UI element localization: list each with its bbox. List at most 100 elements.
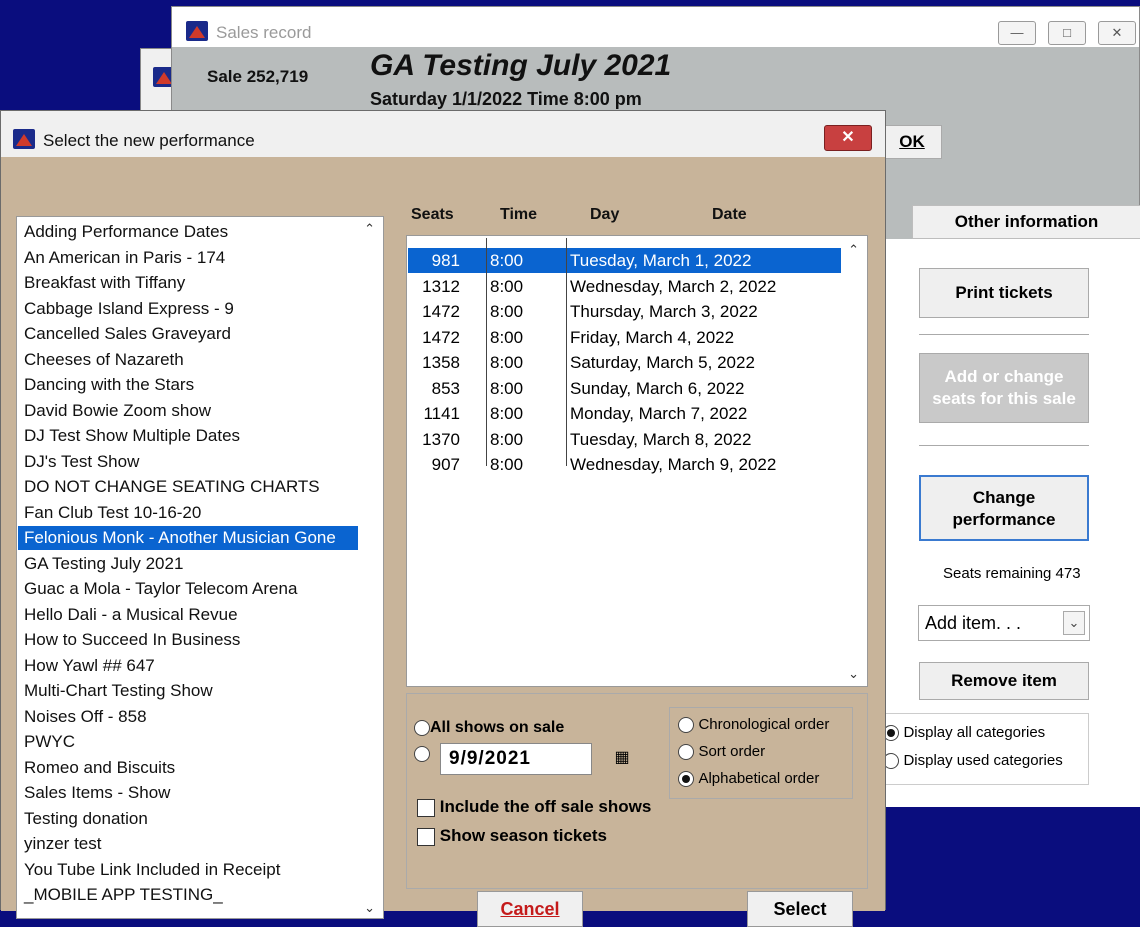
all-shows-option[interactable]: All shows on sale bbox=[414, 719, 564, 737]
date-row-seats: 853 bbox=[431, 378, 460, 398]
date-row-date: Friday, March 4, 2022 bbox=[570, 327, 735, 347]
performance-list-item[interactable]: _MOBILE APP TESTING_ bbox=[18, 883, 358, 907]
chevron-down-icon[interactable]: ⌄ bbox=[1063, 611, 1085, 635]
category-options: Display all categories Display used cate… bbox=[883, 713, 1089, 785]
display-all-option[interactable]: Display all categories bbox=[883, 724, 1045, 742]
date-row-seats: 1358 bbox=[422, 353, 460, 372]
sort-radio[interactable] bbox=[678, 743, 694, 760]
performance-list-item[interactable]: Fan Club Test 10-16-20 bbox=[18, 501, 358, 525]
date-row[interactable]: 1312 8:00 Wednesday, March 2, 2022 bbox=[408, 274, 841, 299]
chrono-option[interactable]: Chronological order bbox=[678, 716, 829, 734]
show-season-option[interactable]: Show season tickets bbox=[417, 826, 607, 846]
order-options: Chronological order Sort order Alphabeti… bbox=[669, 707, 853, 799]
date-row[interactable]: 1141 8:00 Monday, March 7, 2022 bbox=[408, 401, 841, 426]
performance-list-item[interactable]: Cancelled Sales Graveyard bbox=[18, 322, 358, 346]
performance-list-item[interactable]: How Yawl ## 647 bbox=[18, 654, 358, 678]
performance-list-item[interactable]: PWYC bbox=[18, 730, 358, 754]
sales-window-title: Sales record bbox=[216, 23, 312, 42]
date-field[interactable]: 9/9/2021 bbox=[440, 743, 592, 775]
performance-list-item[interactable]: Felonious Monk - Another Musician Gone bbox=[18, 526, 358, 550]
app-icon bbox=[186, 21, 208, 41]
alpha-radio[interactable] bbox=[678, 770, 694, 787]
performance-list-item[interactable]: Adding Performance Dates bbox=[18, 220, 358, 244]
date-row[interactable]: 1358 8:00 Saturday, March 5, 2022 bbox=[408, 350, 841, 375]
sort-option[interactable]: Sort order bbox=[678, 743, 765, 761]
performance-list-item[interactable]: Cabbage Island Express - 9 bbox=[18, 297, 358, 321]
performance-list-item[interactable]: Multi-Chart Testing Show bbox=[18, 679, 358, 703]
calendar-icon[interactable]: ▦ bbox=[606, 744, 638, 772]
date-row-seats: 1312 bbox=[422, 276, 460, 296]
date-option[interactable] bbox=[414, 745, 430, 763]
performance-list-item[interactable]: DJ's Test Show bbox=[18, 450, 358, 474]
col-date: Date bbox=[712, 206, 747, 223]
close-button[interactable]: ✕ bbox=[1098, 21, 1136, 45]
performance-list-item[interactable]: Noises Off - 858 bbox=[18, 705, 358, 729]
print-tickets-button[interactable]: Print tickets bbox=[919, 268, 1089, 318]
maximize-button[interactable]: □ bbox=[1048, 21, 1086, 45]
tab-other-information[interactable]: Other information bbox=[912, 205, 1140, 239]
divider bbox=[919, 445, 1089, 446]
performance-list-item[interactable]: Testing donation bbox=[18, 807, 358, 831]
performance-list-item[interactable]: Hello Dali - a Musical Revue bbox=[18, 603, 358, 627]
add-change-seats-button[interactable]: Add or change seats for this sale bbox=[919, 353, 1089, 423]
include-off-sale-checkbox[interactable] bbox=[417, 798, 435, 817]
date-row-time: 8:00 bbox=[490, 276, 524, 296]
event-title: GA Testing July 2021 bbox=[370, 49, 672, 82]
performance-list-item[interactable]: Dancing with the Stars bbox=[18, 373, 358, 397]
dialog-body: Adding Performance Dates An American in P… bbox=[1, 157, 885, 927]
col-time: Time bbox=[500, 206, 538, 223]
performance-list-item[interactable]: How to Succeed In Business bbox=[18, 628, 358, 652]
performance-list-item[interactable]: yinzer test bbox=[18, 832, 358, 856]
performance-list-item[interactable]: Sales Items - Show bbox=[18, 781, 358, 805]
performance-list-item[interactable]: Breakfast with Tiffany bbox=[18, 271, 358, 295]
change-performance-button[interactable]: Change performance bbox=[919, 475, 1089, 541]
date-row[interactable]: 981 8:00 Tuesday, March 1, 2022 bbox=[408, 248, 841, 273]
date-row[interactable]: 907 8:00 Wednesday, March 9, 2022 bbox=[408, 452, 841, 477]
scroll-up-icon[interactable]: ⌃ bbox=[848, 242, 859, 258]
remove-item-button[interactable]: Remove item bbox=[919, 662, 1089, 700]
dialog-title: Select the new performance bbox=[43, 131, 255, 150]
date-row[interactable]: 1472 8:00 Thursday, March 3, 2022 bbox=[408, 299, 841, 324]
cancel-button[interactable]: Cancel bbox=[477, 891, 583, 927]
date-row[interactable]: 853 8:00 Sunday, March 6, 2022 bbox=[408, 376, 841, 401]
display-used-option[interactable]: Display used categories bbox=[883, 752, 1063, 770]
include-off-sale-option[interactable]: Include the off sale shows bbox=[417, 797, 651, 817]
alpha-option[interactable]: Alphabetical order bbox=[678, 770, 819, 788]
performance-list[interactable]: Adding Performance Dates An American in P… bbox=[16, 216, 384, 919]
date-row-date: Thursday, March 3, 2022 bbox=[570, 302, 758, 321]
performance-list-item[interactable]: David Bowie Zoom show bbox=[18, 399, 358, 423]
dialog-close-button[interactable]: ✕ bbox=[824, 125, 872, 151]
date-radio[interactable] bbox=[414, 745, 430, 762]
scroll-up-icon[interactable]: ⌃ bbox=[364, 221, 375, 237]
performance-list-item[interactable]: An American in Paris - 174 bbox=[18, 246, 358, 270]
date-row-seats: 1370 bbox=[422, 429, 460, 449]
ok-button[interactable]: OK bbox=[882, 125, 942, 159]
performance-list-item[interactable]: Cheeses of Nazareth bbox=[18, 348, 358, 372]
scroll-down-icon[interactable]: ⌄ bbox=[364, 900, 375, 916]
show-season-checkbox[interactable] bbox=[417, 827, 435, 846]
performance-list-item[interactable]: You Tube Link Included in Receipt bbox=[18, 858, 358, 882]
chrono-radio[interactable] bbox=[678, 716, 694, 733]
date-row-date: Tuesday, March 8, 2022 bbox=[570, 429, 752, 449]
date-row-seats: 1472 bbox=[422, 302, 460, 321]
date-row-date: Saturday, March 5, 2022 bbox=[570, 353, 755, 372]
performance-list-item[interactable]: DO NOT CHANGE SEATING CHARTS bbox=[18, 475, 358, 499]
date-row-time: 8:00 bbox=[490, 353, 524, 372]
select-button[interactable]: Select bbox=[747, 891, 853, 927]
performance-list-item[interactable]: Guac a Mola - Taylor Telecom Arena bbox=[18, 577, 358, 601]
dates-list[interactable]: 981 8:00 Tuesday, March 1, 2022 1312 8:00 Wed… bbox=[406, 235, 868, 687]
performance-list-item[interactable]: Romeo and Biscuits bbox=[18, 756, 358, 780]
date-row-time: 8:00 bbox=[490, 327, 524, 347]
minimize-button[interactable]: — bbox=[998, 21, 1036, 45]
add-item-select[interactable]: Add item. . . ⌄ bbox=[918, 605, 1090, 641]
all-shows-radio[interactable] bbox=[414, 719, 430, 736]
divider bbox=[919, 334, 1089, 335]
sales-title-bar bbox=[172, 7, 1139, 47]
performance-list-item[interactable]: GA Testing July 2021 bbox=[18, 552, 358, 576]
scroll-down-icon[interactable]: ⌄ bbox=[848, 666, 859, 682]
performance-list-item[interactable]: DJ Test Show Multiple Dates bbox=[18, 424, 358, 448]
date-row[interactable]: 1472 8:00 Friday, March 4, 2022 bbox=[408, 325, 841, 350]
date-row[interactable]: 1370 8:00 Tuesday, March 8, 2022 bbox=[408, 427, 841, 452]
seats-remaining: Seats remaining 473 bbox=[943, 565, 1081, 582]
date-row-time: 8:00 bbox=[490, 455, 524, 474]
